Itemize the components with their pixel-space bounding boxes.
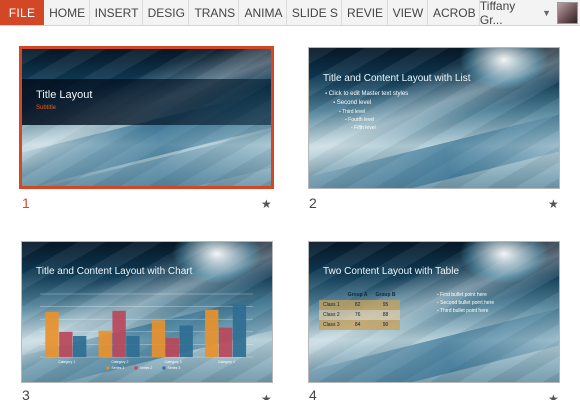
tab-acrobat[interactable]: ACROB xyxy=(428,0,480,25)
legend-swatch xyxy=(162,366,166,370)
table-cell: 90 xyxy=(371,320,400,330)
bullet-level-2: Second level xyxy=(333,100,371,106)
slide-number-4: 4 xyxy=(309,387,317,400)
table-cell: Class 2 xyxy=(319,310,344,320)
bullet-level-4: Fourth level xyxy=(345,117,374,123)
table-header-cell xyxy=(319,290,344,300)
account-menu[interactable]: Tiffany Gr... ▼ xyxy=(479,0,580,27)
slide-title: Title Layout xyxy=(36,89,93,101)
chart-bar xyxy=(151,320,166,357)
chart-bar xyxy=(112,310,126,357)
bar-chart: Category 1 Category 2 Category 3 Category 4… xyxy=(40,293,253,370)
chart-bar xyxy=(126,336,140,357)
slide-thumbnail-2[interactable]: Title and Content Layout with List Click… xyxy=(308,47,560,189)
table-cell: Class 1 xyxy=(319,300,344,310)
slide-title: Title and Content Layout with List xyxy=(323,73,471,84)
table-row: Class 2 76 88 xyxy=(319,310,400,320)
table-cell: 82 xyxy=(343,300,372,310)
avatar xyxy=(557,1,578,24)
title-bar xyxy=(22,79,271,125)
bullet-level-1: Click to edit Master text styles xyxy=(325,91,408,97)
star-icon[interactable]: ★ xyxy=(261,197,272,211)
slide-thumbnail-4[interactable]: Two Content Layout with Table Group A Gr… xyxy=(308,241,560,383)
ribbon-tab-bar: FILE HOME INSERT DESIG TRANS ANIMA SLIDE… xyxy=(0,0,580,27)
tab-slide-show[interactable]: SLIDE S xyxy=(287,0,343,25)
slide-number-2: 2 xyxy=(309,195,317,211)
table-cell: 95 xyxy=(371,300,400,310)
tab-insert[interactable]: INSERT xyxy=(90,0,143,25)
table-cell: 84 xyxy=(343,320,372,330)
user-name: Tiffany Gr... xyxy=(479,0,516,27)
chart-bar xyxy=(205,309,219,357)
tab-animations[interactable]: ANIMA xyxy=(239,0,287,25)
chart-bar xyxy=(232,304,247,357)
chart-category-label: Category 4 xyxy=(218,360,235,364)
table-row: Class 3 84 90 xyxy=(319,320,400,330)
file-tab[interactable]: FILE xyxy=(0,0,45,25)
legend-label: Series 1 xyxy=(112,366,125,370)
bullet-level-3: Third level xyxy=(339,109,365,115)
tab-home[interactable]: HOME xyxy=(44,0,90,25)
chevron-down-icon: ▼ xyxy=(542,7,552,18)
slide-thumbnail-3[interactable]: Title and Content Layout with Chart Cate… xyxy=(21,241,273,383)
table-cell: Class 3 xyxy=(319,320,344,330)
bullet-item: Second bullet point here xyxy=(437,300,494,306)
chart-bar xyxy=(218,327,233,357)
slide-title: Two Content Layout with Table xyxy=(323,266,460,277)
star-icon[interactable]: ★ xyxy=(261,392,272,400)
chart-bar xyxy=(179,325,193,357)
chart-category-label: Category 1 xyxy=(58,360,75,364)
tab-view[interactable]: VIEW xyxy=(388,0,428,25)
table-cell: 76 xyxy=(343,310,372,320)
slide-thumbnail-1[interactable]: Title Layout Subtitle xyxy=(19,46,274,189)
bullet-item: First bullet point here xyxy=(437,292,494,298)
legend-swatch xyxy=(134,366,138,370)
table-row: Class 1 82 95 xyxy=(319,300,400,310)
slide-subtitle: Subtitle xyxy=(36,105,57,111)
data-table: Group A Group B Class 1 82 95 Class 2 76… xyxy=(319,290,400,330)
chart-category-label: Category 3 xyxy=(165,360,182,364)
chart-bar xyxy=(59,331,73,357)
legend-label: Series 3 xyxy=(168,366,181,370)
chart-category-label: Category 2 xyxy=(111,360,128,364)
chart-bar xyxy=(73,336,87,357)
tab-design[interactable]: DESIG xyxy=(143,0,190,25)
star-icon[interactable]: ★ xyxy=(548,197,559,211)
chart-bar xyxy=(165,338,180,357)
table-header-cell: Group A xyxy=(347,292,368,298)
chart-bar xyxy=(45,311,59,357)
bullet-list: First bullet point here Second bullet po… xyxy=(437,292,494,314)
bullet-level-5: Fifth level xyxy=(351,125,375,131)
table-cell: 88 xyxy=(371,310,400,320)
table-header-cell: Group B xyxy=(375,292,396,298)
bullet-item: Third bullet point here xyxy=(437,308,494,314)
star-icon[interactable]: ★ xyxy=(548,392,559,400)
tab-transitions[interactable]: TRANS xyxy=(189,0,240,25)
chart-bar xyxy=(98,330,112,357)
slide-number-1: 1 xyxy=(22,195,30,211)
slide-title: Title and Content Layout with Chart xyxy=(36,266,193,277)
table-header-row: Group A Group B xyxy=(319,290,400,300)
legend-label: Series 2 xyxy=(140,366,153,370)
slide-number-3: 3 xyxy=(22,387,30,400)
legend-swatch xyxy=(106,366,110,370)
slide-sorter: Title Layout Subtitle 1 ★ Title and Cont… xyxy=(0,27,580,400)
tab-review[interactable]: REVIE xyxy=(342,0,388,25)
